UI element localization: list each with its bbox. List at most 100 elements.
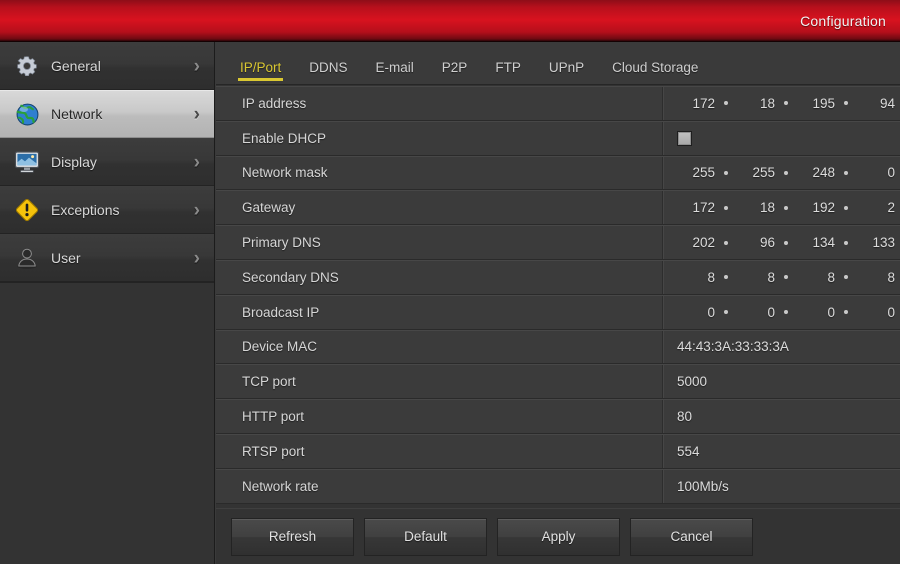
value-text[interactable]: 80 <box>677 409 692 424</box>
window-body: General › Network › Display › Exceptions… <box>0 42 900 564</box>
ip-separator-dot <box>835 101 857 106</box>
ip-octet-2[interactable]: 18 <box>737 96 775 111</box>
ip-octet-2[interactable]: 0 <box>737 305 775 320</box>
ip-separator-dot <box>715 310 737 315</box>
setting-label: HTTP port <box>216 400 663 433</box>
globe-icon <box>12 99 42 129</box>
ip-octet-4[interactable]: 94 <box>857 96 895 111</box>
ip-octet-4[interactable]: 0 <box>857 305 895 320</box>
sidebar-item-display[interactable]: Display › <box>0 138 214 186</box>
ip-separator-dot <box>775 205 797 210</box>
ip-octet-4[interactable]: 0 <box>857 165 895 180</box>
ip-octet-2[interactable]: 255 <box>737 165 775 180</box>
ip-octet-3[interactable]: 192 <box>797 200 835 215</box>
ip-octet-3[interactable]: 8 <box>797 270 835 285</box>
tab-p2p[interactable]: P2P <box>428 60 482 84</box>
ip-octet-2[interactable]: 96 <box>737 235 775 250</box>
enable-dhcp-checkbox[interactable] <box>677 130 692 146</box>
setting-value: 5000 <box>663 365 900 399</box>
ip-separator-dot <box>835 205 857 210</box>
chevron-right-icon: › <box>193 103 200 125</box>
tab-email[interactable]: E-mail <box>362 60 428 84</box>
value-text[interactable]: 554 <box>677 444 700 459</box>
settings-row-broadcast-ip: Broadcast IP 0 0 0 0 <box>216 294 900 330</box>
settings-row-gateway: Gateway 172 18 192 2 <box>216 190 900 226</box>
setting-value: 44:43:3A:33:33:3A <box>663 330 900 364</box>
configuration-window: Configuration General › Network › Displa… <box>0 0 900 564</box>
ip-separator-dot <box>835 275 857 280</box>
settings-row-tcp-port: TCP port 5000 <box>216 364 900 400</box>
setting-value: 172 18 192 2 <box>663 191 900 225</box>
ip-octet-group[interactable]: 8 8 8 8 <box>677 270 895 285</box>
value-text[interactable]: 5000 <box>677 374 707 389</box>
settings-row-secondary-dns: Secondary DNS 8 8 8 8 <box>216 259 900 295</box>
ip-octet-1[interactable]: 8 <box>677 270 715 285</box>
setting-value <box>663 121 900 155</box>
sidebar-item-label: Network <box>51 106 103 122</box>
ip-octet-1[interactable]: 172 <box>677 200 715 215</box>
ip-octet-group[interactable]: 202 96 134 133 <box>677 235 895 250</box>
setting-value: 0 0 0 0 <box>663 295 900 329</box>
ip-octet-1[interactable]: 255 <box>677 165 715 180</box>
ip-octet-3[interactable]: 0 <box>797 305 835 320</box>
ip-separator-dot <box>775 275 797 280</box>
ip-octet-4[interactable]: 133 <box>857 235 895 250</box>
value-text[interactable]: 44:43:3A:33:33:3A <box>677 339 789 354</box>
tab-ftp[interactable]: FTP <box>481 60 535 84</box>
ip-octet-1[interactable]: 202 <box>677 235 715 250</box>
ip-octet-group[interactable]: 172 18 195 94 <box>677 96 895 111</box>
sidebar-item-general[interactable]: General › <box>0 42 214 90</box>
page-title: Configuration <box>800 12 886 29</box>
setting-label: Network mask <box>216 156 663 190</box>
ip-octet-4[interactable]: 2 <box>857 200 895 215</box>
ip-separator-dot <box>775 310 797 315</box>
tab-cloud-storage[interactable]: Cloud Storage <box>598 60 712 84</box>
ip-octet-4[interactable]: 8 <box>857 270 895 285</box>
value-text[interactable]: 100Mb/s <box>677 479 729 494</box>
ip-octet-3[interactable]: 134 <box>797 235 835 250</box>
tab-ip-port[interactable]: IP/Port <box>226 60 295 84</box>
ip-octet-group[interactable]: 0 0 0 0 <box>677 305 895 320</box>
chevron-right-icon: › <box>193 247 200 269</box>
gear-icon <box>12 51 42 81</box>
setting-label: Enable DHCP <box>216 121 663 155</box>
ip-octet-group[interactable]: 255 255 248 0 <box>677 165 895 180</box>
tab-ddns[interactable]: DDNS <box>295 60 361 84</box>
ip-separator-dot <box>775 170 797 175</box>
ip-octet-group[interactable]: 172 18 192 2 <box>677 200 895 215</box>
apply-button[interactable]: Apply <box>497 517 620 556</box>
ip-separator-dot <box>715 240 737 245</box>
ip-octet-2[interactable]: 18 <box>737 200 775 215</box>
sidebar-item-label: User <box>51 250 81 266</box>
ip-separator-dot <box>715 205 737 210</box>
refresh-button[interactable]: Refresh <box>231 517 354 556</box>
setting-value: 202 96 134 133 <box>663 226 900 259</box>
sidebar-item-label: Exceptions <box>51 202 120 218</box>
ip-octet-1[interactable]: 0 <box>677 305 715 320</box>
ip-octet-3[interactable]: 195 <box>797 96 835 111</box>
settings-table: IP address 172 18 195 94 Enable DHCP Network m… <box>216 85 900 508</box>
sidebar-item-exceptions[interactable]: Exceptions › <box>0 186 214 234</box>
button-bar: Refresh Default Apply Cancel <box>216 508 900 564</box>
user-icon <box>12 243 42 273</box>
setting-label: Broadcast IP <box>216 295 663 329</box>
ip-octet-3[interactable]: 248 <box>797 165 835 180</box>
ip-separator-dot <box>715 101 737 106</box>
tab-bar: IP/Port DDNS E-mail P2P FTP UPnP Cloud S… <box>216 42 900 85</box>
ip-separator-dot <box>835 310 857 315</box>
cancel-button[interactable]: Cancel <box>630 517 753 556</box>
ip-separator-dot <box>775 101 797 106</box>
ip-octet-1[interactable]: 172 <box>677 96 715 111</box>
ip-separator-dot <box>715 170 737 175</box>
tab-upnp[interactable]: UPnP <box>535 60 598 84</box>
sidebar-item-user[interactable]: User › <box>0 234 214 282</box>
default-button[interactable]: Default <box>364 517 487 556</box>
ip-separator-dot <box>775 240 797 245</box>
setting-label: Primary DNS <box>216 226 663 259</box>
settings-row-primary-dns: Primary DNS 202 96 134 133 <box>216 225 900 260</box>
settings-row-network-rate: Network rate 100Mb/s <box>216 468 900 504</box>
sidebar-item-network[interactable]: Network › <box>0 90 214 138</box>
setting-label: TCP port <box>216 365 663 399</box>
monitor-icon <box>12 147 42 177</box>
ip-octet-2[interactable]: 8 <box>737 270 775 285</box>
